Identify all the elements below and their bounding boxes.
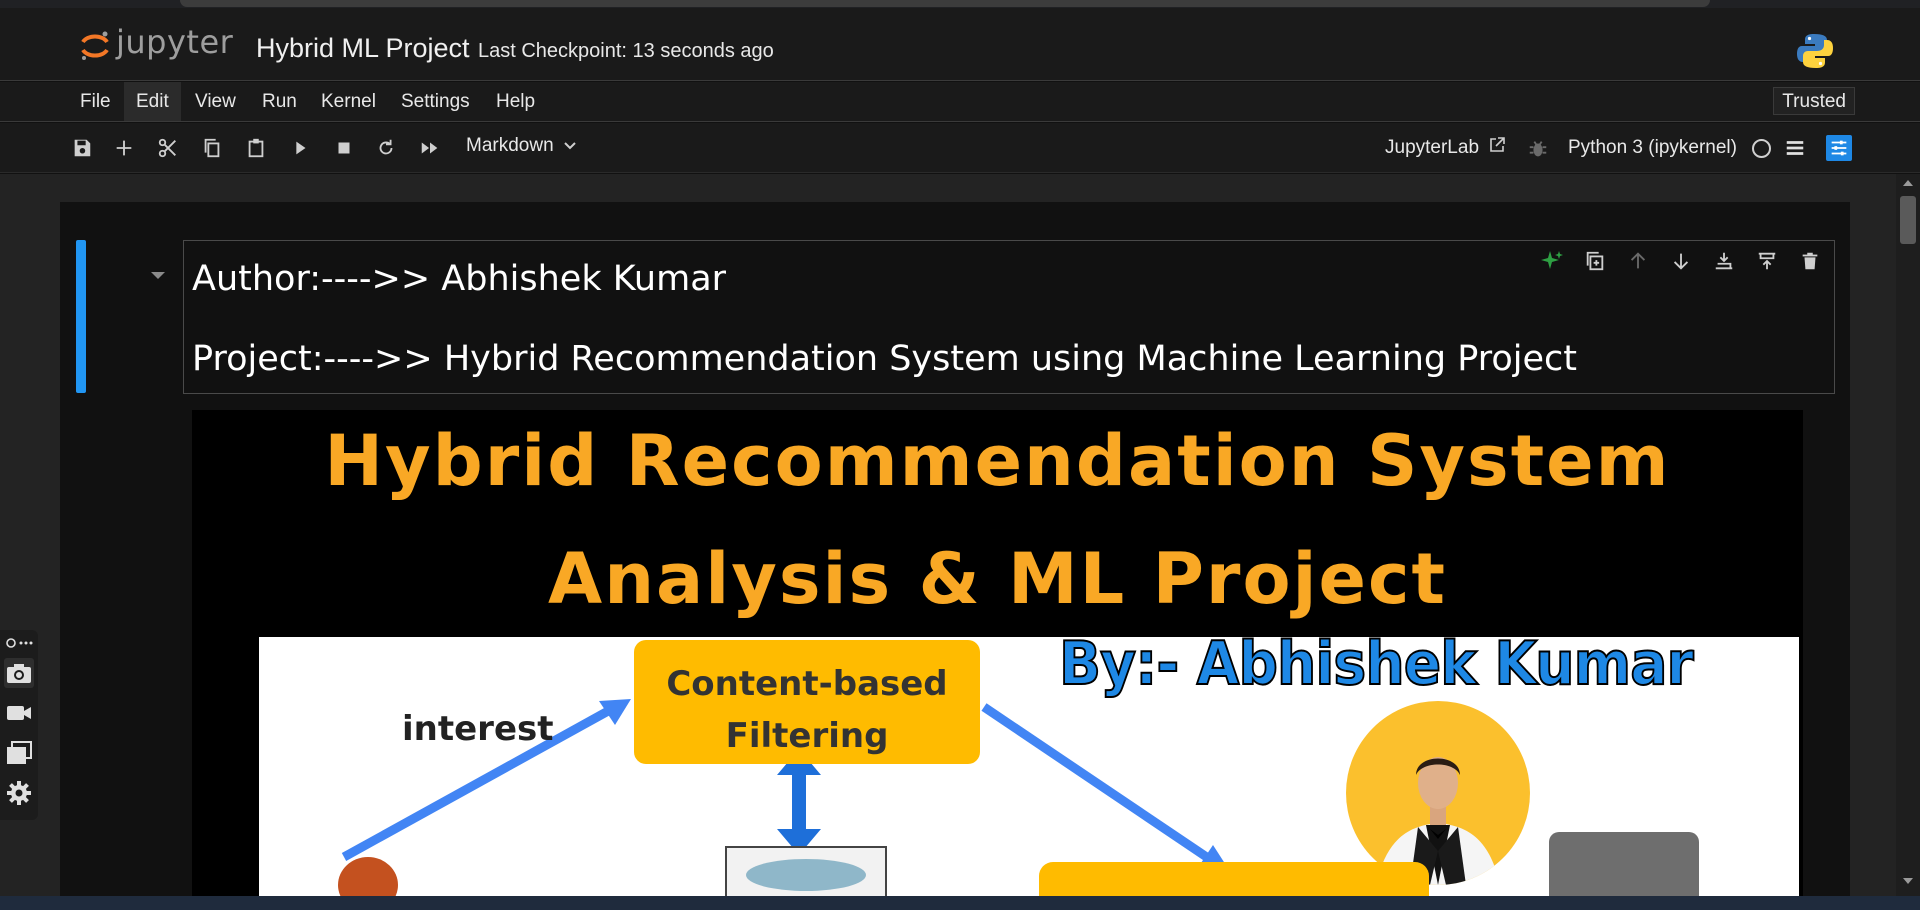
menu-bar: File Edit View Run Kernel Settings Help … xyxy=(0,82,1920,122)
taskbar-strip xyxy=(0,896,1920,910)
menu-view[interactable]: View xyxy=(183,82,248,121)
collapse-caret-icon[interactable] xyxy=(151,272,165,279)
menu-edit[interactable]: Edit xyxy=(124,82,181,121)
video-camera-icon[interactable] xyxy=(4,698,34,728)
menu-kernel[interactable]: Kernel xyxy=(309,82,388,121)
filtering-box-2 xyxy=(1039,862,1429,896)
delete-icon[interactable] xyxy=(1798,249,1822,273)
sparkle-icon[interactable] xyxy=(1540,249,1564,273)
insert-above-icon[interactable] xyxy=(1712,249,1736,273)
banner-title-line2: Analysis & ML Project xyxy=(548,538,1447,620)
banner-byline: By:- Abhishek Kumar xyxy=(1058,628,1695,700)
widget-more-icon[interactable] xyxy=(4,630,34,656)
notebook-scrollbar[interactable] xyxy=(1896,174,1920,896)
banner-image: Hybrid Recommendation System Analysis & … xyxy=(192,410,1803,896)
author-avatar xyxy=(1346,701,1530,885)
markdown-cell[interactable]: Author:---->> Abhishek Kumar Project:---… xyxy=(183,240,1835,394)
recorder-widget xyxy=(0,630,38,820)
author-line: Author:---->> Abhishek Kumar xyxy=(192,259,727,299)
notebook-toolbar: Markdown JupyterLab Python 3 (ipykernel) xyxy=(0,123,1920,173)
kernel-name[interactable]: Python 3 (ipykernel) xyxy=(1568,137,1737,159)
insert-below-icon[interactable] xyxy=(1755,249,1779,273)
restart-icon[interactable] xyxy=(374,136,398,160)
top-bar: jupyter Hybrid ML Project Last Checkpoin… xyxy=(0,8,1920,81)
move-up-icon[interactable] xyxy=(1626,249,1650,273)
menu-file[interactable]: File xyxy=(68,82,123,121)
camera-icon[interactable] xyxy=(4,658,34,688)
scroll-down-arrow-icon[interactable] xyxy=(1903,878,1913,884)
jupyterlab-link[interactable]: JupyterLab xyxy=(1385,136,1506,159)
cell-toolbar xyxy=(1540,249,1822,273)
banner-title-line1: Hybrid Recommendation System xyxy=(324,420,1671,502)
kernel-status-icon xyxy=(1752,139,1771,158)
save-icon[interactable] xyxy=(70,136,94,160)
paste-icon[interactable] xyxy=(244,136,268,160)
move-down-icon[interactable] xyxy=(1669,249,1693,273)
checkpoint-status: Last Checkpoint: 13 seconds ago xyxy=(478,40,774,62)
jupyterlab-link-label: JupyterLab xyxy=(1385,137,1480,158)
content-based-filtering-box: Content-based Filtering xyxy=(634,640,980,764)
jupyter-logo-text: jupyter xyxy=(116,23,234,61)
debugger-icon[interactable] xyxy=(1526,137,1550,161)
run-icon[interactable] xyxy=(288,136,312,160)
copy-icon[interactable] xyxy=(200,136,224,160)
scrollbar-thumb[interactable] xyxy=(1900,196,1916,244)
stop-icon[interactable] xyxy=(332,136,356,160)
jupyter-logo[interactable]: jupyter xyxy=(78,23,233,62)
property-inspector-icon[interactable] xyxy=(1826,135,1852,161)
trusted-indicator[interactable]: Trusted xyxy=(1773,87,1855,115)
gear-icon[interactable] xyxy=(4,778,34,808)
scroll-up-arrow-icon[interactable] xyxy=(1903,180,1913,186)
menu-run[interactable]: Run xyxy=(250,82,309,121)
browser-strip xyxy=(0,0,1920,8)
project-line: Project:---->> Hybrid Recommendation Sys… xyxy=(192,339,1577,379)
toc-icon[interactable] xyxy=(1783,136,1807,160)
run-all-icon[interactable] xyxy=(418,136,442,160)
windows-icon[interactable] xyxy=(4,738,34,768)
chevron-down-icon xyxy=(564,142,576,150)
notebook-title[interactable]: Hybrid ML Project xyxy=(256,33,470,64)
hybrid-diagram: Content-based Filtering interest By:- Abh… xyxy=(259,628,1799,896)
external-link-icon xyxy=(1490,137,1506,152)
cell-type-value: Markdown xyxy=(466,135,554,156)
add-cell-icon[interactable] xyxy=(112,136,136,160)
menu-settings[interactable]: Settings xyxy=(389,82,482,121)
cell-collapser[interactable] xyxy=(76,240,86,393)
cut-icon[interactable] xyxy=(156,136,180,160)
jupyter-logo-icon xyxy=(81,31,109,60)
menu-help[interactable]: Help xyxy=(484,82,547,121)
python-logo-icon xyxy=(1797,34,1833,68)
browser-scroll-pill xyxy=(180,0,1710,7)
interest-label: interest xyxy=(402,709,554,749)
duplicate-icon[interactable] xyxy=(1583,249,1607,273)
cell-type-select[interactable]: Markdown xyxy=(466,135,577,157)
